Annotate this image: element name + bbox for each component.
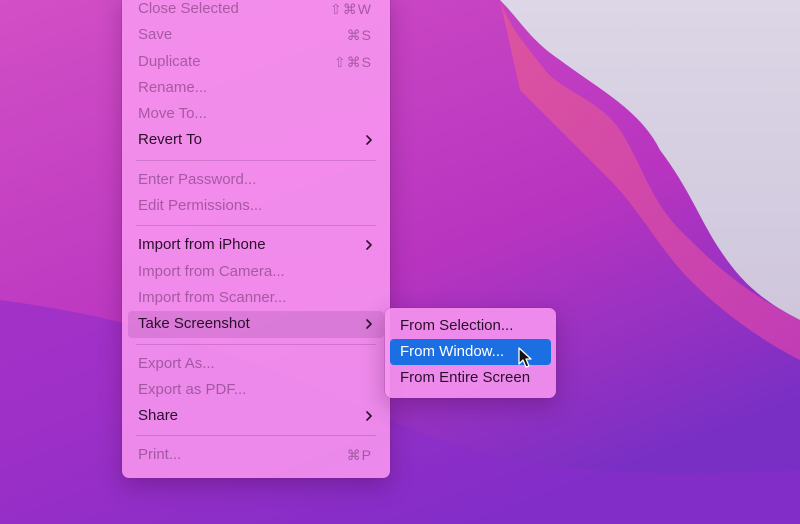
menu-item-label: Print...: [138, 446, 182, 464]
menu-item-import-from-iphone[interactable]: Import from iPhone: [128, 232, 384, 258]
menu-item-label: Revert To: [138, 131, 202, 149]
submenu-item-from-selection[interactable]: From Selection...: [390, 313, 551, 339]
chevron-right-icon: [366, 319, 372, 330]
menu-item-label: From Entire Screen: [400, 369, 531, 386]
menu-item-rename[interactable]: Rename...: [128, 75, 384, 101]
menu-item-move-to[interactable]: Move To...: [128, 101, 384, 127]
menu-separator: [136, 159, 376, 161]
menu-item-label: Export As...: [138, 354, 215, 372]
menu-item-close-selected[interactable]: Close Selected ⇧⌘W: [128, 0, 384, 22]
menu-item-label: Save: [138, 26, 173, 44]
file-menu: Close Selected ⇧⌘W Save ⌘S Duplicate ⇧⌘S…: [122, 0, 390, 478]
menu-item-label: Duplicate: [138, 52, 201, 70]
menu-item-label: Move To...: [138, 105, 207, 123]
menu-item-share[interactable]: Share: [128, 403, 384, 429]
menu-item-enter-password[interactable]: Enter Password...: [128, 167, 384, 193]
menu-item-import-from-camera[interactable]: Import from Camera...: [128, 259, 384, 285]
desktop-wallpaper: [0, 0, 800, 524]
menu-item-label: Edit Permissions...: [138, 197, 263, 215]
menu-item-shortcut: ⌘P: [346, 447, 372, 464]
menu-separator: [136, 343, 376, 345]
menu-item-duplicate[interactable]: Duplicate ⇧⌘S: [128, 49, 384, 75]
menu-item-label: Share: [138, 407, 179, 425]
chevron-right-icon: [366, 240, 372, 251]
menu-item-take-screenshot[interactable]: Take Screenshot: [128, 311, 384, 338]
menu-item-label: From Selection...: [400, 317, 514, 334]
menu-item-edit-permissions[interactable]: Edit Permissions...: [128, 193, 384, 219]
menu-item-label: Take Screenshot: [138, 315, 250, 333]
menu-item-label: Rename...: [138, 78, 208, 96]
arrow-cursor-icon: [518, 347, 532, 368]
chevron-right-icon: [366, 411, 372, 421]
menu-item-export-as-pdf[interactable]: Export as PDF...: [128, 377, 384, 403]
menu-item-shortcut: ⇧⌘W: [330, 1, 372, 17]
menu-separator: [136, 435, 376, 437]
menu-item-label: Export as PDF...: [138, 380, 247, 398]
menu-item-label: Close Selected: [138, 0, 239, 17]
menu-item-label: Import from Scanner...: [138, 288, 287, 306]
chevron-right-icon: [366, 135, 372, 146]
menu-item-label: Import from iPhone: [138, 236, 266, 254]
menu-item-label: Import from Camera...: [138, 262, 285, 280]
menu-item-label: From Window...: [400, 343, 505, 360]
menu-item-import-from-scanner[interactable]: Import from Scanner...: [128, 285, 384, 311]
menu-item-export-as[interactable]: Export As...: [128, 351, 384, 377]
menu-item-revert-to[interactable]: Revert To: [128, 127, 384, 153]
menu-separator: [136, 225, 376, 227]
menu-item-print[interactable]: Print... ⌘P: [128, 442, 384, 468]
menu-item-save[interactable]: Save ⌘S: [128, 22, 384, 48]
menu-item-shortcut: ⌘S: [346, 27, 372, 44]
menu-item-shortcut: ⇧⌘S: [333, 53, 372, 70]
menu-item-label: Enter Password...: [138, 170, 257, 188]
